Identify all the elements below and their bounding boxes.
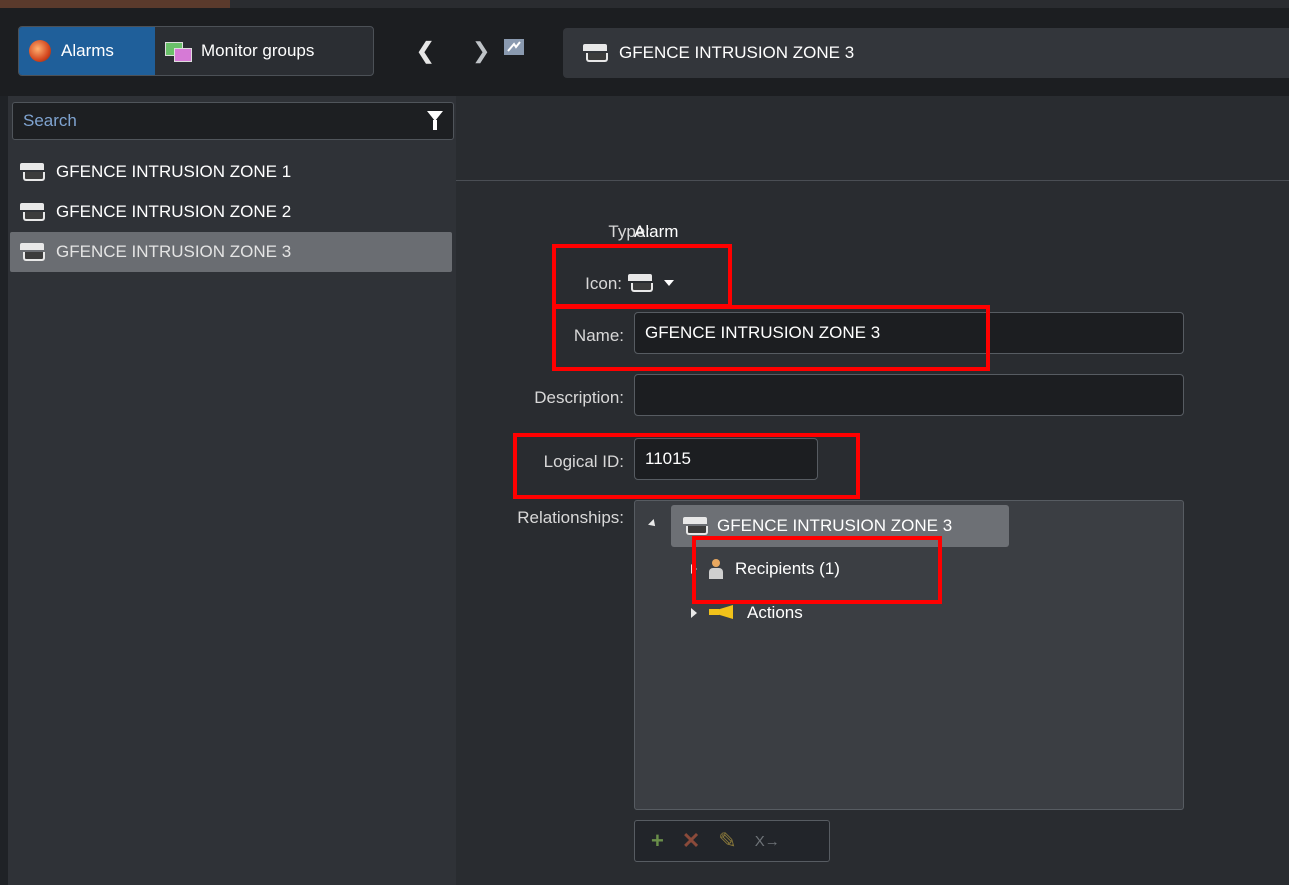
link-navigate-icon[interactable] bbox=[502, 36, 526, 58]
breadcrumb: GFENCE INTRUSION ZONE 3 bbox=[563, 28, 1289, 78]
name-label: Name: bbox=[573, 326, 624, 345]
tree-item-actions[interactable]: Actions bbox=[691, 603, 803, 623]
entity-list: GFENCE INTRUSION ZONE 1 GFENCE INTRUSION… bbox=[10, 152, 454, 272]
tree-item-label: Recipients (1) bbox=[735, 559, 840, 578]
top-toolbar: Alarms Monitor groups ❮ ❯ GFENCE INTRUSI… bbox=[0, 8, 1289, 96]
tab-monitor-groups[interactable]: Monitor groups bbox=[155, 27, 373, 75]
expand-icon[interactable] bbox=[691, 564, 697, 574]
zone-icon bbox=[683, 517, 708, 535]
top-accent-strip bbox=[0, 0, 230, 8]
tab-alarms[interactable]: Alarms bbox=[19, 27, 155, 75]
divider bbox=[456, 180, 1289, 181]
tree-root-label: GFENCE INTRUSION ZONE 3 bbox=[717, 516, 953, 535]
name-field[interactable]: GFENCE INTRUSION ZONE 3 bbox=[634, 312, 1184, 354]
list-item-selected[interactable]: GFENCE INTRUSION ZONE 3 bbox=[10, 232, 452, 272]
icon-label: Icon: bbox=[585, 274, 622, 293]
tree-item-recipients[interactable]: Recipients (1) bbox=[691, 559, 840, 579]
description-label: Description: bbox=[534, 388, 624, 407]
top-strip bbox=[230, 0, 1289, 8]
zone-icon bbox=[583, 44, 608, 62]
list-item-label: GFENCE INTRUSION ZONE 1 bbox=[56, 162, 292, 181]
list-item-label: GFENCE INTRUSION ZONE 2 bbox=[56, 202, 292, 221]
actions-icon bbox=[709, 605, 735, 621]
relationship-toolbar: + ✕ ✎ X→ bbox=[634, 820, 830, 862]
tab-monitor-groups-label: Monitor groups bbox=[201, 41, 315, 60]
unlink-icon[interactable]: X→ bbox=[755, 833, 780, 850]
list-item-label: GFENCE INTRUSION ZONE 3 bbox=[56, 242, 292, 261]
search-box bbox=[12, 102, 454, 140]
collapse-icon[interactable] bbox=[648, 519, 658, 529]
tree-root-item[interactable]: GFENCE INTRUSION ZONE 3 bbox=[671, 505, 1009, 547]
chevron-down-icon bbox=[664, 280, 674, 286]
back-icon[interactable]: ❮ bbox=[416, 38, 434, 64]
delete-icon[interactable]: ✕ bbox=[682, 828, 700, 854]
icon-picker[interactable] bbox=[628, 274, 674, 292]
breadcrumb-title: GFENCE INTRUSION ZONE 3 bbox=[619, 43, 855, 62]
logical-id-label: Logical ID: bbox=[543, 452, 624, 471]
zone-icon bbox=[628, 274, 653, 292]
entity-list-pane: GFENCE INTRUSION ZONE 1 GFENCE INTRUSION… bbox=[8, 96, 456, 885]
search-input[interactable] bbox=[23, 111, 427, 131]
alarm-icon bbox=[29, 40, 51, 62]
properties-pane: Type: Alarm Icon: Name: GFENCE INTRUSION… bbox=[456, 96, 1289, 885]
name-value: GFENCE INTRUSION ZONE 3 bbox=[645, 323, 881, 342]
tab-alarms-label: Alarms bbox=[61, 41, 114, 60]
tree-item-label: Actions bbox=[747, 603, 803, 622]
description-field[interactable] bbox=[634, 374, 1184, 416]
logical-id-value: 11015 bbox=[645, 449, 692, 468]
relationships-label: Relationships: bbox=[517, 508, 624, 527]
zone-icon bbox=[20, 203, 45, 221]
filter-icon[interactable] bbox=[427, 111, 443, 131]
add-icon[interactable]: + bbox=[651, 828, 664, 854]
monitor-groups-icon bbox=[165, 40, 192, 62]
edit-icon[interactable]: ✎ bbox=[718, 828, 736, 854]
logical-id-field[interactable]: 11015 bbox=[634, 438, 818, 480]
relationships-tree: GFENCE INTRUSION ZONE 3 Recipients (1) A… bbox=[634, 500, 1184, 810]
expand-icon[interactable] bbox=[691, 608, 697, 618]
zone-icon bbox=[20, 243, 45, 261]
type-value: Alarm bbox=[634, 222, 679, 241]
forward-icon[interactable]: ❯ bbox=[472, 38, 490, 64]
person-icon bbox=[709, 559, 723, 579]
list-item[interactable]: GFENCE INTRUSION ZONE 2 bbox=[10, 192, 454, 232]
list-item[interactable]: GFENCE INTRUSION ZONE 1 bbox=[10, 152, 454, 192]
view-switcher: Alarms Monitor groups bbox=[18, 26, 374, 76]
zone-icon bbox=[20, 163, 45, 181]
